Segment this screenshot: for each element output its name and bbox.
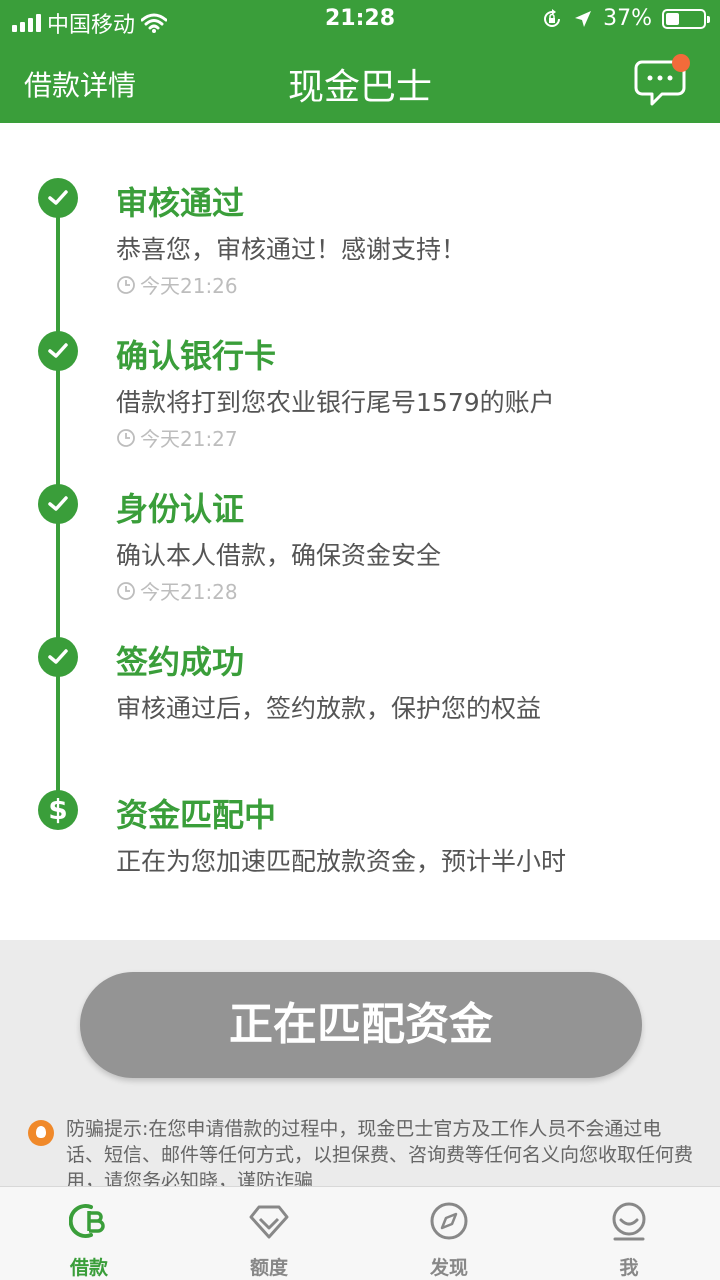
tab-me[interactable]: 我 bbox=[569, 1187, 689, 1280]
step-time-text: 今天21:27 bbox=[140, 427, 238, 451]
step-time: 今天21:27 bbox=[116, 423, 238, 452]
compass-icon bbox=[430, 1202, 468, 1240]
smiley-icon bbox=[612, 1202, 646, 1241]
tab-label: 借款 bbox=[69, 1257, 108, 1279]
check-icon bbox=[38, 484, 78, 524]
step-title: 签约成功 bbox=[116, 643, 245, 681]
battery-icon bbox=[662, 8, 710, 29]
location-icon bbox=[575, 10, 592, 27]
step-time: 今天21:28 bbox=[116, 576, 238, 605]
status-bar: 中国移动 21:28 37% bbox=[0, 0, 720, 40]
progress-timeline: 审核通过 恭喜您，审核通过！感谢支持！ 今天21:26 确认银行卡 借款将打到您… bbox=[0, 123, 720, 940]
step-desc: 确认本人借款，确保资金安全 bbox=[116, 541, 442, 570]
action-area: 正在匹配资金 防骗提示:在您申请借款的过程中，现金巴士官方及工作人员不会通过电话… bbox=[0, 940, 720, 1186]
tab-bar: 借款 额度 发现 我 bbox=[0, 1186, 720, 1280]
dollar-icon: $ bbox=[38, 790, 78, 830]
step-time: 今天21:26 bbox=[116, 270, 238, 299]
diamond-icon bbox=[249, 1205, 289, 1239]
step-title: 身份认证 bbox=[116, 490, 245, 528]
step-desc: 恭喜您，审核通过！感谢支持！ bbox=[116, 235, 467, 264]
check-icon bbox=[38, 637, 78, 677]
anti-fraud-notice: 防骗提示:在您申请借款的过程中，现金巴士官方及工作人员不会通过电话、短信、邮件等… bbox=[28, 1116, 698, 1186]
nav-bar: 借款详情 现金巴士 bbox=[0, 40, 720, 123]
step-desc: 正在为您加速匹配放款资金，预计半小时 bbox=[116, 847, 567, 876]
clock-icon bbox=[117, 275, 135, 294]
tab-discover[interactable]: 发现 bbox=[389, 1187, 509, 1280]
tab-label: 我 bbox=[619, 1257, 639, 1279]
step-title: 确认银行卡 bbox=[116, 337, 277, 375]
page-title: 现金巴士 bbox=[287, 67, 432, 108]
dollar-glyph: $ bbox=[48, 793, 68, 826]
rotation-lock-icon bbox=[544, 8, 561, 27]
battery-fill bbox=[666, 12, 680, 25]
notice-text: 防骗提示:在您申请借款的过程中，现金巴士官方及工作人员不会通过电话、短信、邮件等… bbox=[66, 1118, 694, 1186]
loan-icon bbox=[69, 1204, 105, 1238]
check-icon bbox=[38, 178, 78, 218]
tab-quota[interactable]: 额度 bbox=[209, 1187, 329, 1280]
step-title: 资金匹配中 bbox=[116, 796, 277, 834]
clock-icon bbox=[117, 581, 135, 600]
tab-label: 额度 bbox=[249, 1257, 288, 1279]
battery-percent: 37% bbox=[603, 6, 652, 31]
lightbulb-icon bbox=[28, 1120, 54, 1146]
status-right: 37% bbox=[541, 6, 710, 31]
step-desc: 审核通过后，签约放款，保护您的权益 bbox=[116, 694, 542, 723]
tab-label: 发现 bbox=[429, 1257, 468, 1279]
step-time-text: 今天21:26 bbox=[140, 274, 238, 298]
unread-badge bbox=[672, 54, 690, 72]
step-title: 审核通过 bbox=[116, 184, 245, 222]
tab-loan[interactable]: 借款 bbox=[29, 1187, 149, 1280]
check-icon bbox=[38, 331, 78, 371]
clock-icon bbox=[117, 428, 135, 447]
step-desc: 借款将打到您农业银行尾号1579的账户 bbox=[116, 388, 555, 417]
matching-funds-button[interactable]: 正在匹配资金 bbox=[80, 972, 642, 1078]
step-time-text: 今天21:28 bbox=[140, 580, 238, 604]
